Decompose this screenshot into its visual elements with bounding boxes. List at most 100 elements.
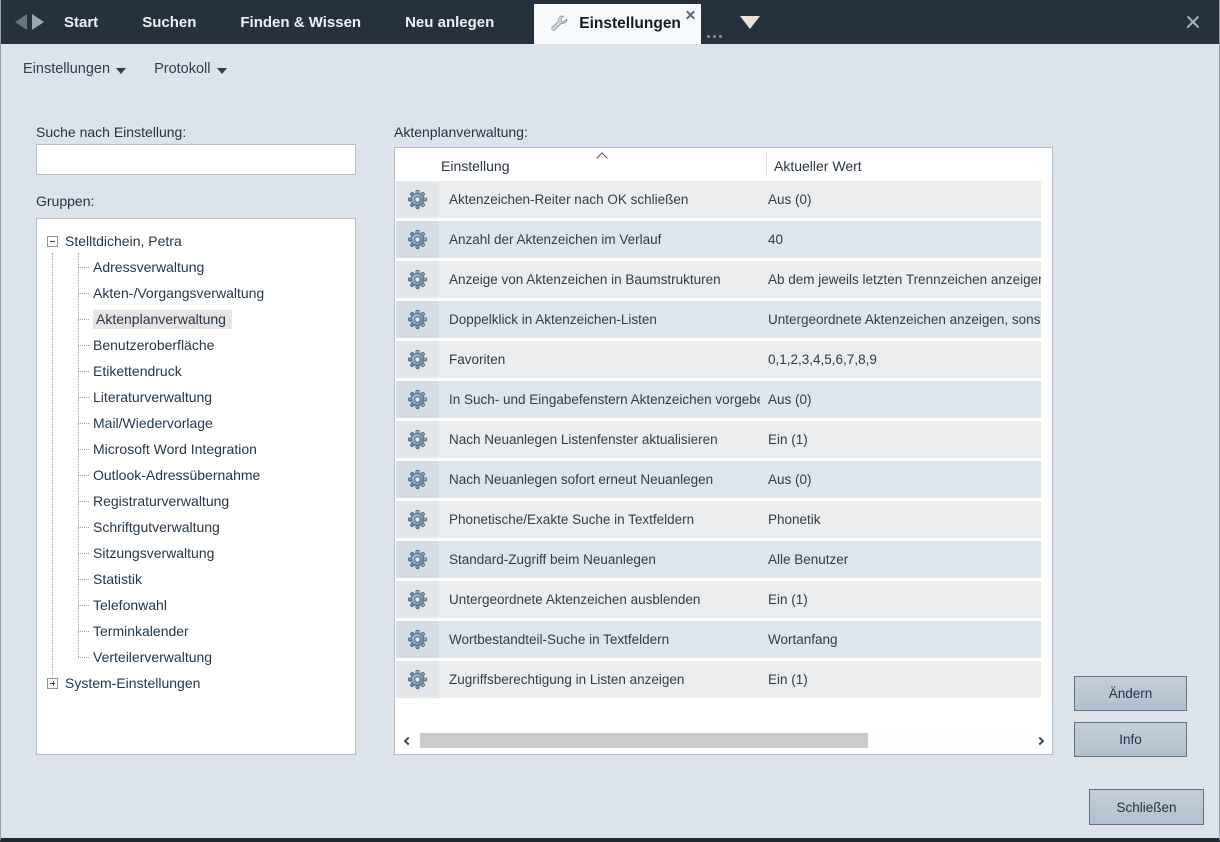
setting-value: Ab dem jeweils letzten Trennzeichen anze… (760, 261, 1041, 298)
setting-name: Anzahl der Aktenzeichen im Verlauf (442, 221, 760, 258)
scrollbar-thumb[interactable] (420, 733, 867, 748)
tree-item-registraturverwaltung[interactable]: Registraturverwaltung (37, 488, 355, 514)
chevron-down-icon (116, 68, 126, 74)
setting-value: Aus (0) (760, 461, 1041, 498)
tree-item-statistik[interactable]: Statistik (37, 566, 355, 592)
table-row[interactable]: Phonetische/Exakte Suche in TextfeldernP… (396, 501, 1041, 538)
chevron-left-icon (403, 736, 411, 744)
setting-name: Aktenzeichen-Reiter nach OK schließen (442, 181, 760, 218)
setting-name: Doppelklick in Aktenzeichen-Listen (442, 301, 760, 338)
table-header: Einstellung Aktueller Wert (395, 148, 1052, 181)
tree-item-label-selected: Aktenplanverwaltung (93, 310, 232, 329)
gear-icon (407, 269, 428, 290)
tree-item-outlook-adressuebernahme[interactable]: Outlook-Adressübernahme (37, 462, 355, 488)
gear-icon (407, 589, 428, 610)
menu-einstellungen-label: Einstellungen (23, 61, 110, 77)
tree-item-label: Registraturverwaltung (93, 493, 229, 509)
scroll-right-button[interactable] (1034, 733, 1047, 748)
tree-item-label: Terminkalender (93, 623, 189, 639)
forward-arrow-icon[interactable] (32, 14, 44, 30)
tree-item-label: Adressverwaltung (93, 259, 204, 275)
setting-value: Alle Benutzer (760, 541, 1041, 578)
settings-window: Start Suchen Finden & Wissen Neu anlegen… (0, 0, 1220, 842)
close-panel-icon[interactable] (1185, 14, 1201, 30)
tree-item-etikettendruck[interactable]: Etikettendruck (37, 358, 355, 384)
search-input[interactable] (36, 144, 356, 175)
tree-item-schriftgutverwaltung[interactable]: Schriftgutverwaltung (37, 514, 355, 540)
table-row[interactable]: Nach Neuanlegen Listenfenster aktualisie… (396, 421, 1041, 458)
aendern-button[interactable]: Ändern (1074, 676, 1187, 711)
schliessen-button[interactable]: Schließen (1089, 789, 1204, 825)
tab-finden-wissen[interactable]: Finden & Wissen (240, 14, 361, 31)
tree-item-system-einstellungen[interactable]: System-Einstellungen (37, 670, 355, 696)
table-row[interactable]: Anzahl der Aktenzeichen im Verlauf40 (396, 221, 1041, 258)
tree-item-aktenplanverwaltung[interactable]: Aktenplanverwaltung (37, 306, 355, 332)
setting-value: Wortanfang (760, 621, 1041, 658)
tree-item-adressverwaltung[interactable]: Adressverwaltung (37, 254, 355, 280)
tree-stub (78, 553, 89, 554)
tab-start[interactable]: Start (64, 14, 98, 31)
tree-item-label: Schriftgutverwaltung (93, 519, 220, 535)
tree-stub (78, 657, 89, 658)
column-header-aktueller-wert[interactable]: Aktueller Wert (774, 158, 862, 174)
menu-protokoll[interactable]: Protokoll (154, 61, 226, 77)
chevron-right-icon (1035, 736, 1043, 744)
horizontal-scrollbar[interactable] (400, 733, 1047, 748)
tree-stub (78, 527, 89, 528)
tree-item-literaturverwaltung[interactable]: Literaturverwaltung (37, 384, 355, 410)
tree-item-mail-wiedervorlage[interactable]: Mail/Wiedervorlage (37, 410, 355, 436)
table-row[interactable]: Aktenzeichen-Reiter nach OK schließenAus… (396, 181, 1041, 218)
tree-root-user[interactable]: Stelltdichein, Petra (37, 228, 355, 254)
scroll-left-button[interactable] (400, 733, 413, 748)
history-nav (15, 14, 44, 30)
collapse-icon[interactable] (47, 236, 58, 247)
tree-item-label: Mail/Wiedervorlage (93, 415, 213, 431)
tree-item-label: Benutzeroberfläche (93, 337, 214, 353)
expand-icon[interactable] (47, 678, 58, 689)
tree-item-akten-vorgangsverwaltung[interactable]: Akten-/Vorgangsverwaltung (37, 280, 355, 306)
tree-item-label: Statistik (93, 571, 142, 587)
table-row[interactable]: Anzeige von Aktenzeichen in Baumstruktur… (396, 261, 1041, 298)
groups-label: Gruppen: (36, 193, 94, 209)
menu-einstellungen[interactable]: Einstellungen (23, 61, 126, 77)
tree-item-benutzeroberflaeche[interactable]: Benutzeroberfläche (37, 332, 355, 358)
groups-tree-panel: Stelltdichein, Petra Adressverwaltung Ak… (36, 218, 356, 755)
tab-suchen[interactable]: Suchen (142, 14, 196, 31)
column-separator[interactable] (766, 153, 767, 176)
tree-item-label: Outlook-Adressübernahme (93, 467, 260, 483)
table-row[interactable]: Standard-Zugriff beim NeuanlegenAlle Ben… (396, 541, 1041, 578)
gear-icon (407, 349, 428, 370)
tab-einstellungen-active[interactable]: Einstellungen (534, 4, 701, 44)
table-row[interactable]: Untergeordnete Aktenzeichen ausblendenEi… (396, 581, 1041, 618)
info-button[interactable]: Info (1074, 722, 1187, 757)
table-row[interactable]: Doppelklick in Aktenzeichen-ListenUnterg… (396, 301, 1041, 338)
tab-close-icon[interactable] (685, 9, 696, 20)
back-arrow-icon[interactable] (15, 14, 27, 30)
tree-item-word-integration[interactable]: Microsoft Word Integration (37, 436, 355, 462)
table-row[interactable]: Favoriten0,1,2,3,4,5,6,7,8,9 (396, 341, 1041, 378)
tree-item-label: Microsoft Word Integration (93, 441, 257, 457)
table-row[interactable]: Zugriffsberechtigung in Listen anzeigenE… (396, 661, 1041, 698)
tree-item-terminkalender[interactable]: Terminkalender (37, 618, 355, 644)
active-tab-label: Einstellungen (579, 15, 681, 33)
tree-item-sitzungsverwaltung[interactable]: Sitzungsverwaltung (37, 540, 355, 566)
table-rows: Aktenzeichen-Reiter nach OK schließen Aus… (396, 181, 1041, 701)
table-row[interactable]: Wortbestandteil-Suche in TextfeldernWort… (396, 621, 1041, 658)
gear-icon (407, 309, 428, 330)
column-header-einstellung[interactable]: Einstellung (441, 158, 510, 174)
tree-stub (78, 579, 89, 580)
tree-item-telefonwahl[interactable]: Telefonwahl (37, 592, 355, 618)
tab-dropdown-icon[interactable] (740, 16, 760, 29)
tree-stub (78, 319, 89, 320)
tree-stub (78, 501, 89, 502)
tree-item-label: Verteilerverwaltung (93, 649, 212, 665)
table-row[interactable]: In Such- und Eingabefenstern Aktenzeiche… (396, 381, 1041, 418)
setting-name: Favoriten (442, 341, 760, 378)
tab-overflow-ellipsis-icon (707, 35, 722, 38)
tree-stub (78, 423, 89, 424)
tree-item-verteilerverwaltung[interactable]: Verteilerverwaltung (37, 644, 355, 670)
table-row[interactable]: Nach Neuanlegen sofort erneut Neuanlegen… (396, 461, 1041, 498)
tab-neu-anlegen[interactable]: Neu anlegen (405, 14, 494, 31)
scrollbar-track[interactable] (417, 733, 1030, 748)
tree-line (52, 253, 53, 683)
